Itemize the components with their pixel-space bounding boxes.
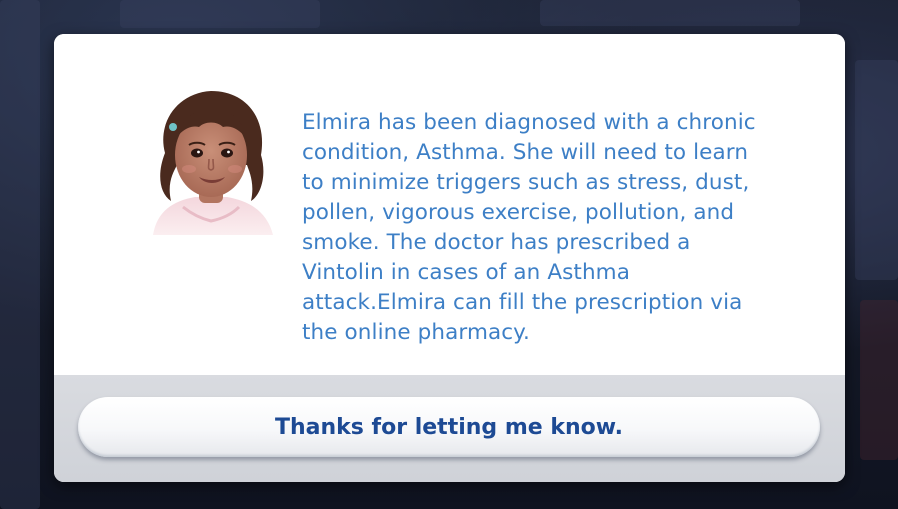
background-shape bbox=[855, 60, 898, 280]
acknowledge-button-label: Thanks for letting me know. bbox=[274, 414, 624, 440]
background-shape bbox=[0, 0, 40, 509]
background-shape bbox=[540, 0, 800, 26]
dialog-footer: Thanks for letting me know. bbox=[54, 375, 845, 482]
dialog-body: Elmira has been diagnosed with a chronic… bbox=[54, 34, 845, 375]
notification-message: Elmira has been diagnosed with a chronic… bbox=[302, 110, 756, 345]
notification-dialog: Elmira has been diagnosed with a chronic… bbox=[54, 34, 845, 482]
acknowledge-button[interactable]: Thanks for letting me know. bbox=[78, 397, 820, 457]
background-shape bbox=[860, 300, 898, 460]
sim-portrait bbox=[153, 91, 273, 235]
background-shape bbox=[120, 0, 320, 28]
